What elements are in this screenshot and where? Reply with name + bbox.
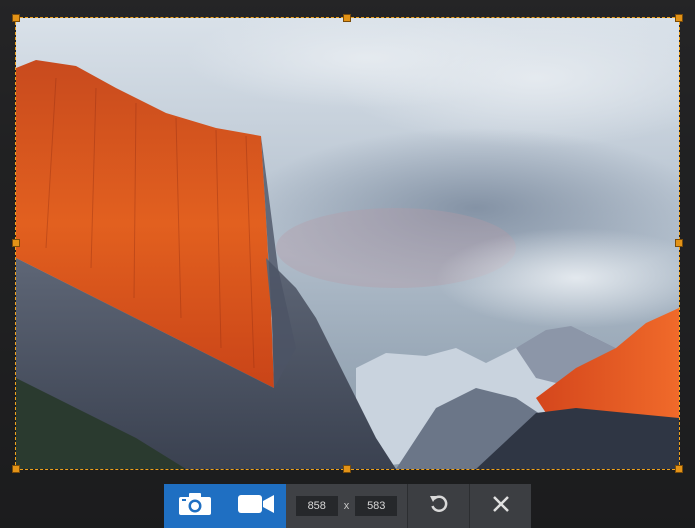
capture-region[interactable] bbox=[16, 18, 679, 469]
landscape-image bbox=[16, 18, 679, 469]
close-icon bbox=[492, 495, 510, 518]
resize-handle-left[interactable] bbox=[12, 239, 20, 247]
resize-handle-right[interactable] bbox=[675, 239, 683, 247]
screenshot-button[interactable] bbox=[164, 484, 225, 528]
resize-handle-top-left[interactable] bbox=[12, 14, 20, 22]
reset-button[interactable] bbox=[408, 484, 469, 528]
selection-size: 858 x 583 bbox=[286, 484, 407, 528]
camera-icon bbox=[178, 492, 212, 521]
height-field[interactable]: 583 bbox=[355, 496, 398, 516]
resize-handle-bottom-right[interactable] bbox=[675, 465, 683, 473]
resize-handle-top-right[interactable] bbox=[675, 14, 683, 22]
record-video-button[interactable] bbox=[225, 484, 286, 528]
rotate-icon bbox=[428, 493, 450, 520]
resize-handle-bottom-left[interactable] bbox=[12, 465, 20, 473]
resize-handle-top[interactable] bbox=[343, 14, 351, 22]
close-button[interactable] bbox=[470, 484, 531, 528]
width-field[interactable]: 858 bbox=[295, 496, 338, 516]
resize-handle-bottom[interactable] bbox=[343, 465, 351, 473]
capture-toolbar: 858 x 583 bbox=[164, 484, 531, 528]
size-separator: x bbox=[343, 500, 350, 512]
video-camera-icon bbox=[237, 493, 275, 520]
